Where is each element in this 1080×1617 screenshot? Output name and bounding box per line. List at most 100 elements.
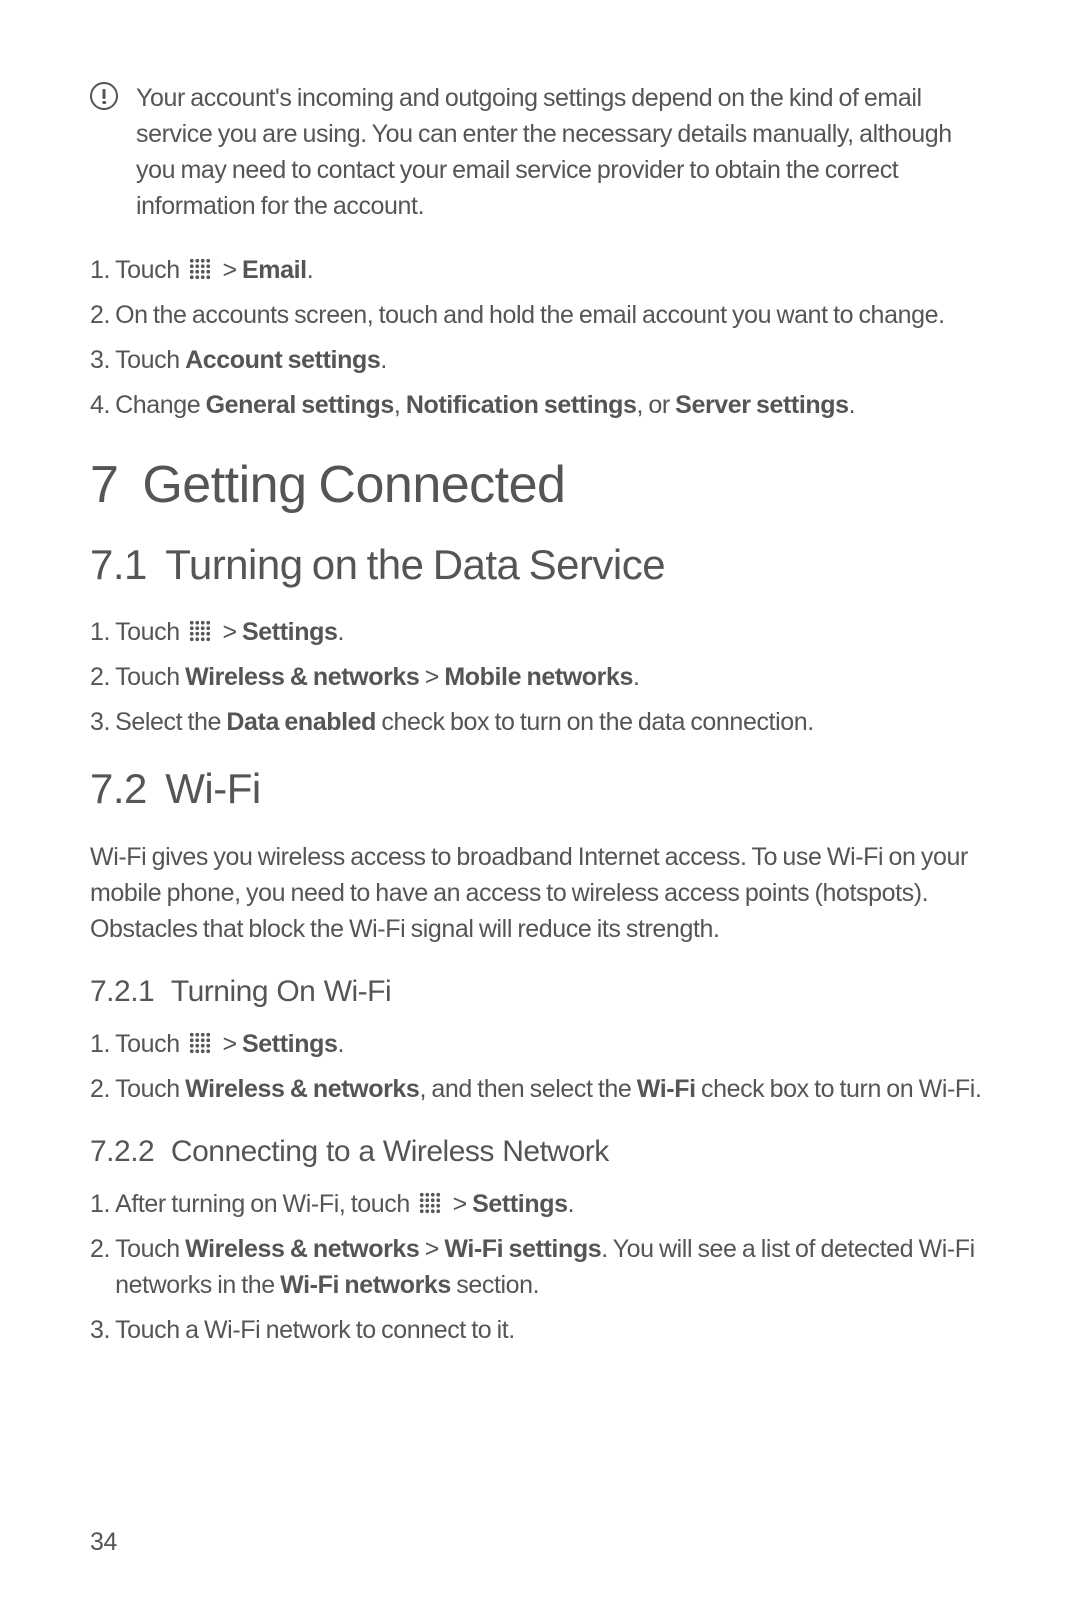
text: section. [451, 1271, 539, 1299]
list-item: 1. Touch > Settings. [90, 1026, 990, 1062]
list-item: 1. After turning on Wi-Fi, touch > Setti… [90, 1186, 990, 1222]
text: . [568, 1190, 575, 1218]
steps-turn-on-wifi: 1. Touch > Settings. 2. Touch Wireless &… [90, 1026, 990, 1107]
bold-term: Account settings [185, 346, 380, 374]
text: Change [115, 391, 206, 419]
info-note-text: Your account's incoming and outgoing set… [136, 80, 990, 224]
bold-term: Data enabled [226, 708, 376, 736]
text: check box to turn on Wi-Fi. [696, 1075, 982, 1103]
subsection-title: Connecting to a Wireless Network [171, 1135, 609, 1168]
steps-connect-wifi: 1. After turning on Wi-Fi, touch > Setti… [90, 1186, 990, 1348]
bold-term: Wi-Fi settings [444, 1235, 601, 1263]
step-number: 3. [90, 1312, 115, 1348]
step-text: Touch > Settings. [115, 614, 990, 650]
bold-term: Wi-Fi [637, 1075, 696, 1103]
step-text: Touch a Wi-Fi network to connect to it. [115, 1312, 990, 1348]
body-paragraph: Wi-Fi gives you wireless access to broad… [90, 839, 990, 947]
page-number: 34 [90, 1528, 117, 1557]
text: Touch [115, 618, 185, 646]
subsection-title: Turning On Wi-Fi [171, 975, 391, 1008]
text: check box to turn on the data connection… [376, 708, 814, 736]
step-text: Touch Account settings. [115, 342, 990, 378]
list-item: 3. Select the Data enabled check box to … [90, 704, 990, 740]
text: . [380, 346, 387, 374]
bold-term: Wi-Fi networks [280, 1271, 451, 1299]
bold-term: Server settings [675, 391, 848, 419]
section-number: 7.2 [90, 765, 147, 812]
text: Select the [115, 708, 226, 736]
steps-data-service: 1. Touch > Settings. 2. Touch Wireless &… [90, 614, 990, 740]
step-number: 4. [90, 387, 115, 423]
text: , [394, 391, 406, 419]
text: > [217, 1030, 242, 1058]
step-number: 1. [90, 1026, 115, 1062]
bold-term: Email [242, 256, 307, 284]
text: . [307, 256, 314, 284]
section-title: Turning on the Data Service [165, 541, 665, 588]
list-item: 3. Touch a Wi-Fi network to connect to i… [90, 1312, 990, 1348]
step-number: 3. [90, 704, 115, 740]
text: Touch [115, 256, 185, 284]
step-text: After turning on Wi-Fi, touch > Settings… [115, 1186, 990, 1222]
subsection-heading: 7.2.1 Turning On Wi-Fi [90, 975, 990, 1008]
step-number: 2. [90, 1071, 115, 1107]
step-number: 1. [90, 1186, 115, 1222]
list-item: 3. Touch Account settings. [90, 342, 990, 378]
step-number: 1. [90, 252, 115, 288]
bold-term: Wireless & networks [185, 1235, 419, 1263]
list-item: 2. On the accounts screen, touch and hol… [90, 297, 990, 333]
apps-icon [189, 258, 211, 280]
step-number: 2. [90, 659, 115, 695]
section-heading: 7.2 Wi-Fi [90, 766, 990, 812]
list-item: 2. Touch Wireless & networks, and then s… [90, 1071, 990, 1107]
subsection-number: 7.2.1 [90, 975, 154, 1008]
apps-icon [419, 1192, 441, 1214]
text: > [217, 256, 242, 284]
document-page: Your account's incoming and outgoing set… [0, 0, 1080, 1617]
bold-term: Settings [242, 1030, 337, 1058]
list-item: 2. Touch Wireless & networks > Wi-Fi set… [90, 1231, 990, 1303]
subsection-number: 7.2.2 [90, 1135, 154, 1168]
text: Touch [115, 1075, 185, 1103]
chapter-heading: 7 Getting Connected [90, 457, 990, 514]
bold-term: Wireless & networks [185, 663, 419, 691]
info-note: Your account's incoming and outgoing set… [90, 80, 990, 224]
text: Touch [115, 1030, 185, 1058]
text: , or [637, 391, 676, 419]
step-text: Touch > Email. [115, 252, 990, 288]
section-heading: 7.1 Turning on the Data Service [90, 542, 990, 588]
text: After turning on Wi-Fi, touch [115, 1190, 415, 1218]
step-text: On the accounts screen, touch and hold t… [115, 297, 990, 333]
text: Touch [115, 346, 185, 374]
text: . [337, 1030, 344, 1058]
text: . [337, 618, 344, 646]
step-number: 2. [90, 1231, 115, 1303]
list-item: 4. Change General settings, Notification… [90, 387, 990, 423]
bold-term: Settings [242, 618, 337, 646]
step-text: Touch > Settings. [115, 1026, 990, 1062]
text: , and then select the [419, 1075, 636, 1103]
chapter-number: 7 [90, 456, 118, 514]
text: Touch [115, 663, 185, 691]
info-icon [90, 82, 118, 110]
bold-term: General settings [206, 391, 394, 419]
list-item: 2. Touch Wireless & networks > Mobile ne… [90, 659, 990, 695]
step-number: 2. [90, 297, 115, 333]
bold-term: Notification settings [406, 391, 637, 419]
list-item: 1. Touch > Email. [90, 252, 990, 288]
list-item: 1. Touch > Settings. [90, 614, 990, 650]
text: Touch [115, 1235, 185, 1263]
step-number: 3. [90, 342, 115, 378]
text: > [217, 618, 242, 646]
text: > [419, 663, 444, 691]
step-text: Select the Data enabled check box to tur… [115, 704, 990, 740]
bold-term: Settings [472, 1190, 567, 1218]
text: . [849, 391, 856, 419]
step-number: 1. [90, 614, 115, 650]
step-text: Touch Wireless & networks > Wi-Fi settin… [115, 1231, 990, 1303]
step-text: Touch Wireless & networks, and then sele… [115, 1071, 990, 1107]
step-text: Touch Wireless & networks > Mobile netwo… [115, 659, 990, 695]
apps-icon [189, 620, 211, 642]
section-number: 7.1 [90, 541, 147, 588]
text: > [419, 1235, 444, 1263]
